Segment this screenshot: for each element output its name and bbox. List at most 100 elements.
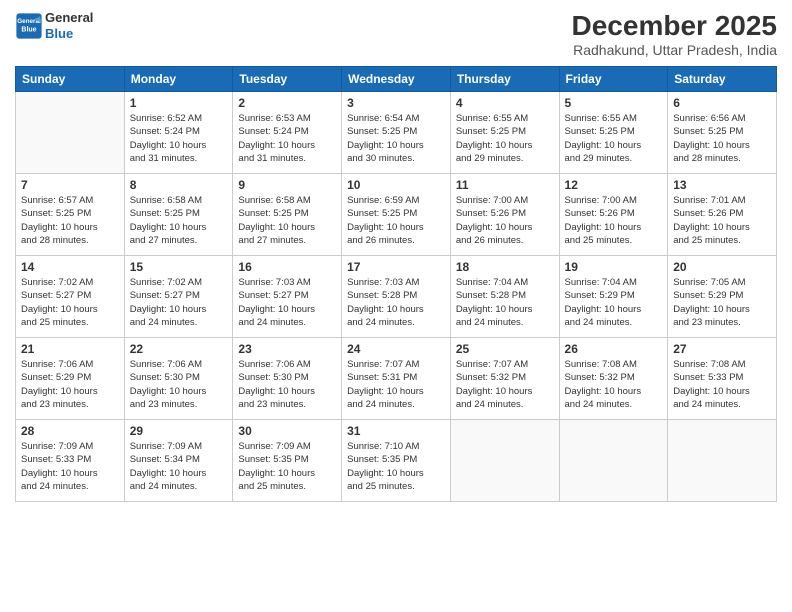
day-info: Sunrise: 6:53 AM Sunset: 5:24 PM Dayligh… [238,112,336,165]
day-info: Sunrise: 6:55 AM Sunset: 5:25 PM Dayligh… [456,112,554,165]
day-number: 12 [565,178,663,192]
day-info: Sunrise: 6:57 AM Sunset: 5:25 PM Dayligh… [21,194,119,247]
svg-text:Blue: Blue [21,26,36,33]
day-number: 8 [130,178,228,192]
day-number: 29 [130,424,228,438]
day-number: 22 [130,342,228,356]
table-row: 9Sunrise: 6:58 AM Sunset: 5:25 PM Daylig… [233,174,342,256]
day-number: 2 [238,96,336,110]
day-info: Sunrise: 7:03 AM Sunset: 5:27 PM Dayligh… [238,276,336,329]
day-info: Sunrise: 7:04 AM Sunset: 5:28 PM Dayligh… [456,276,554,329]
col-sunday: Sunday [16,67,125,92]
calendar-week-row: 21 Sunrise: 7:06 AM Sunset: 5:29 PM Dayli… [16,338,777,420]
title-block: December 2025 Radhakund, Uttar Pradesh, … [572,10,777,58]
day-number: 18 [456,260,554,274]
calendar-week-row: 28 Sunrise: 7:09 AM Sunset: 5:33 PM Dayli… [16,420,777,502]
day-number: 20 [673,260,771,274]
location-title: Radhakund, Uttar Pradesh, India [572,42,777,58]
col-tuesday: Tuesday [233,67,342,92]
table-row: 23 Sunrise: 7:06 AM Sunset: 5:30 PM Dayli… [233,338,342,420]
calendar-header-row: Sunday Monday Tuesday Wednesday Thursday… [16,67,777,92]
day-number: 5 [565,96,663,110]
day-number: 1 [130,96,228,110]
day-number: 28 [21,424,119,438]
col-wednesday: Wednesday [342,67,451,92]
table-row: 6 Sunrise: 6:56 AM Sunset: 5:25 PM Daylig… [668,92,777,174]
day-info: Sunrise: 7:08 AM Sunset: 5:33 PM Dayligh… [673,358,771,411]
day-info: Sunrise: 6:59 AM Sunset: 5:25 PM Dayligh… [347,194,445,247]
day-number: 17 [347,260,445,274]
day-number: 31 [347,424,445,438]
table-row: 22Sunrise: 7:06 AM Sunset: 5:30 PM Dayli… [124,338,233,420]
col-saturday: Saturday [668,67,777,92]
table-row: 19 Sunrise: 7:04 AM Sunset: 5:29 PM Dayli… [559,256,668,338]
day-info: Sunrise: 6:52 AM Sunset: 5:24 PM Dayligh… [130,112,228,165]
table-row: 16Sunrise: 7:03 AM Sunset: 5:27 PM Dayli… [233,256,342,338]
table-row: 24Sunrise: 7:07 AM Sunset: 5:31 PM Dayli… [342,338,451,420]
table-row: 3 Sunrise: 6:54 AM Sunset: 5:25 PM Daylig… [342,92,451,174]
day-info: Sunrise: 7:00 AM Sunset: 5:26 PM Dayligh… [456,194,554,247]
table-row: 25Sunrise: 7:07 AM Sunset: 5:32 PM Dayli… [450,338,559,420]
calendar-week-row: 1 Sunrise: 6:52 AM Sunset: 5:24 PM Daylig… [16,92,777,174]
table-row [16,92,125,174]
day-info: Sunrise: 6:55 AM Sunset: 5:25 PM Dayligh… [565,112,663,165]
table-row: 29 Sunrise: 7:09 AM Sunset: 5:34 PM Dayli… [124,420,233,502]
table-row [450,420,559,502]
col-friday: Friday [559,67,668,92]
table-row: 11 Sunrise: 7:00 AM Sunset: 5:26 PM Dayli… [450,174,559,256]
table-row: 18 Sunrise: 7:04 AM Sunset: 5:28 PM Dayli… [450,256,559,338]
table-row: 13Sunrise: 7:01 AM Sunset: 5:26 PM Dayli… [668,174,777,256]
calendar-week-row: 7 Sunrise: 6:57 AM Sunset: 5:25 PM Daylig… [16,174,777,256]
day-number: 19 [565,260,663,274]
day-number: 3 [347,96,445,110]
day-info: Sunrise: 7:09 AM Sunset: 5:34 PM Dayligh… [130,440,228,493]
day-info: Sunrise: 7:02 AM Sunset: 5:27 PM Dayligh… [21,276,119,329]
table-row: 1 Sunrise: 6:52 AM Sunset: 5:24 PM Daylig… [124,92,233,174]
day-info: Sunrise: 7:00 AM Sunset: 5:26 PM Dayligh… [565,194,663,247]
day-number: 15 [130,260,228,274]
day-info: Sunrise: 7:09 AM Sunset: 5:35 PM Dayligh… [238,440,336,493]
logo: General Blue General Blue [15,10,93,41]
day-number: 11 [456,178,554,192]
table-row: 20 Sunrise: 7:05 AM Sunset: 5:29 PM Dayli… [668,256,777,338]
col-monday: Monday [124,67,233,92]
table-row: 31Sunrise: 7:10 AM Sunset: 5:35 PM Dayli… [342,420,451,502]
day-number: 26 [565,342,663,356]
logo-text: General Blue [45,10,93,41]
day-number: 14 [21,260,119,274]
calendar: Sunday Monday Tuesday Wednesday Thursday… [15,66,777,502]
day-number: 23 [238,342,336,356]
table-row: 28 Sunrise: 7:09 AM Sunset: 5:33 PM Dayli… [16,420,125,502]
day-info: Sunrise: 7:02 AM Sunset: 5:27 PM Dayligh… [130,276,228,329]
day-number: 7 [21,178,119,192]
table-row: 8Sunrise: 6:58 AM Sunset: 5:25 PM Daylig… [124,174,233,256]
table-row: 2 Sunrise: 6:53 AM Sunset: 5:24 PM Daylig… [233,92,342,174]
day-number: 30 [238,424,336,438]
day-number: 27 [673,342,771,356]
day-info: Sunrise: 7:06 AM Sunset: 5:30 PM Dayligh… [238,358,336,411]
table-row: 5 Sunrise: 6:55 AM Sunset: 5:25 PM Daylig… [559,92,668,174]
page-header: General Blue General Blue December 2025 … [15,10,777,58]
day-info: Sunrise: 7:03 AM Sunset: 5:28 PM Dayligh… [347,276,445,329]
table-row: 15 Sunrise: 7:02 AM Sunset: 5:27 PM Dayli… [124,256,233,338]
day-number: 10 [347,178,445,192]
table-row: 17 Sunrise: 7:03 AM Sunset: 5:28 PM Dayli… [342,256,451,338]
col-thursday: Thursday [450,67,559,92]
table-row [668,420,777,502]
day-info: Sunrise: 6:56 AM Sunset: 5:25 PM Dayligh… [673,112,771,165]
table-row: 21 Sunrise: 7:06 AM Sunset: 5:29 PM Dayli… [16,338,125,420]
table-row: 12 Sunrise: 7:00 AM Sunset: 5:26 PM Dayli… [559,174,668,256]
day-info: Sunrise: 6:54 AM Sunset: 5:25 PM Dayligh… [347,112,445,165]
day-info: Sunrise: 7:04 AM Sunset: 5:29 PM Dayligh… [565,276,663,329]
table-row: 14 Sunrise: 7:02 AM Sunset: 5:27 PM Dayli… [16,256,125,338]
calendar-week-row: 14 Sunrise: 7:02 AM Sunset: 5:27 PM Dayli… [16,256,777,338]
day-info: Sunrise: 7:07 AM Sunset: 5:32 PM Dayligh… [456,358,554,411]
day-number: 21 [21,342,119,356]
day-info: Sunrise: 7:05 AM Sunset: 5:29 PM Dayligh… [673,276,771,329]
day-info: Sunrise: 7:09 AM Sunset: 5:33 PM Dayligh… [21,440,119,493]
table-row: 26Sunrise: 7:08 AM Sunset: 5:32 PM Dayli… [559,338,668,420]
table-row: 7 Sunrise: 6:57 AM Sunset: 5:25 PM Daylig… [16,174,125,256]
day-info: Sunrise: 7:06 AM Sunset: 5:29 PM Dayligh… [21,358,119,411]
day-number: 9 [238,178,336,192]
day-number: 6 [673,96,771,110]
